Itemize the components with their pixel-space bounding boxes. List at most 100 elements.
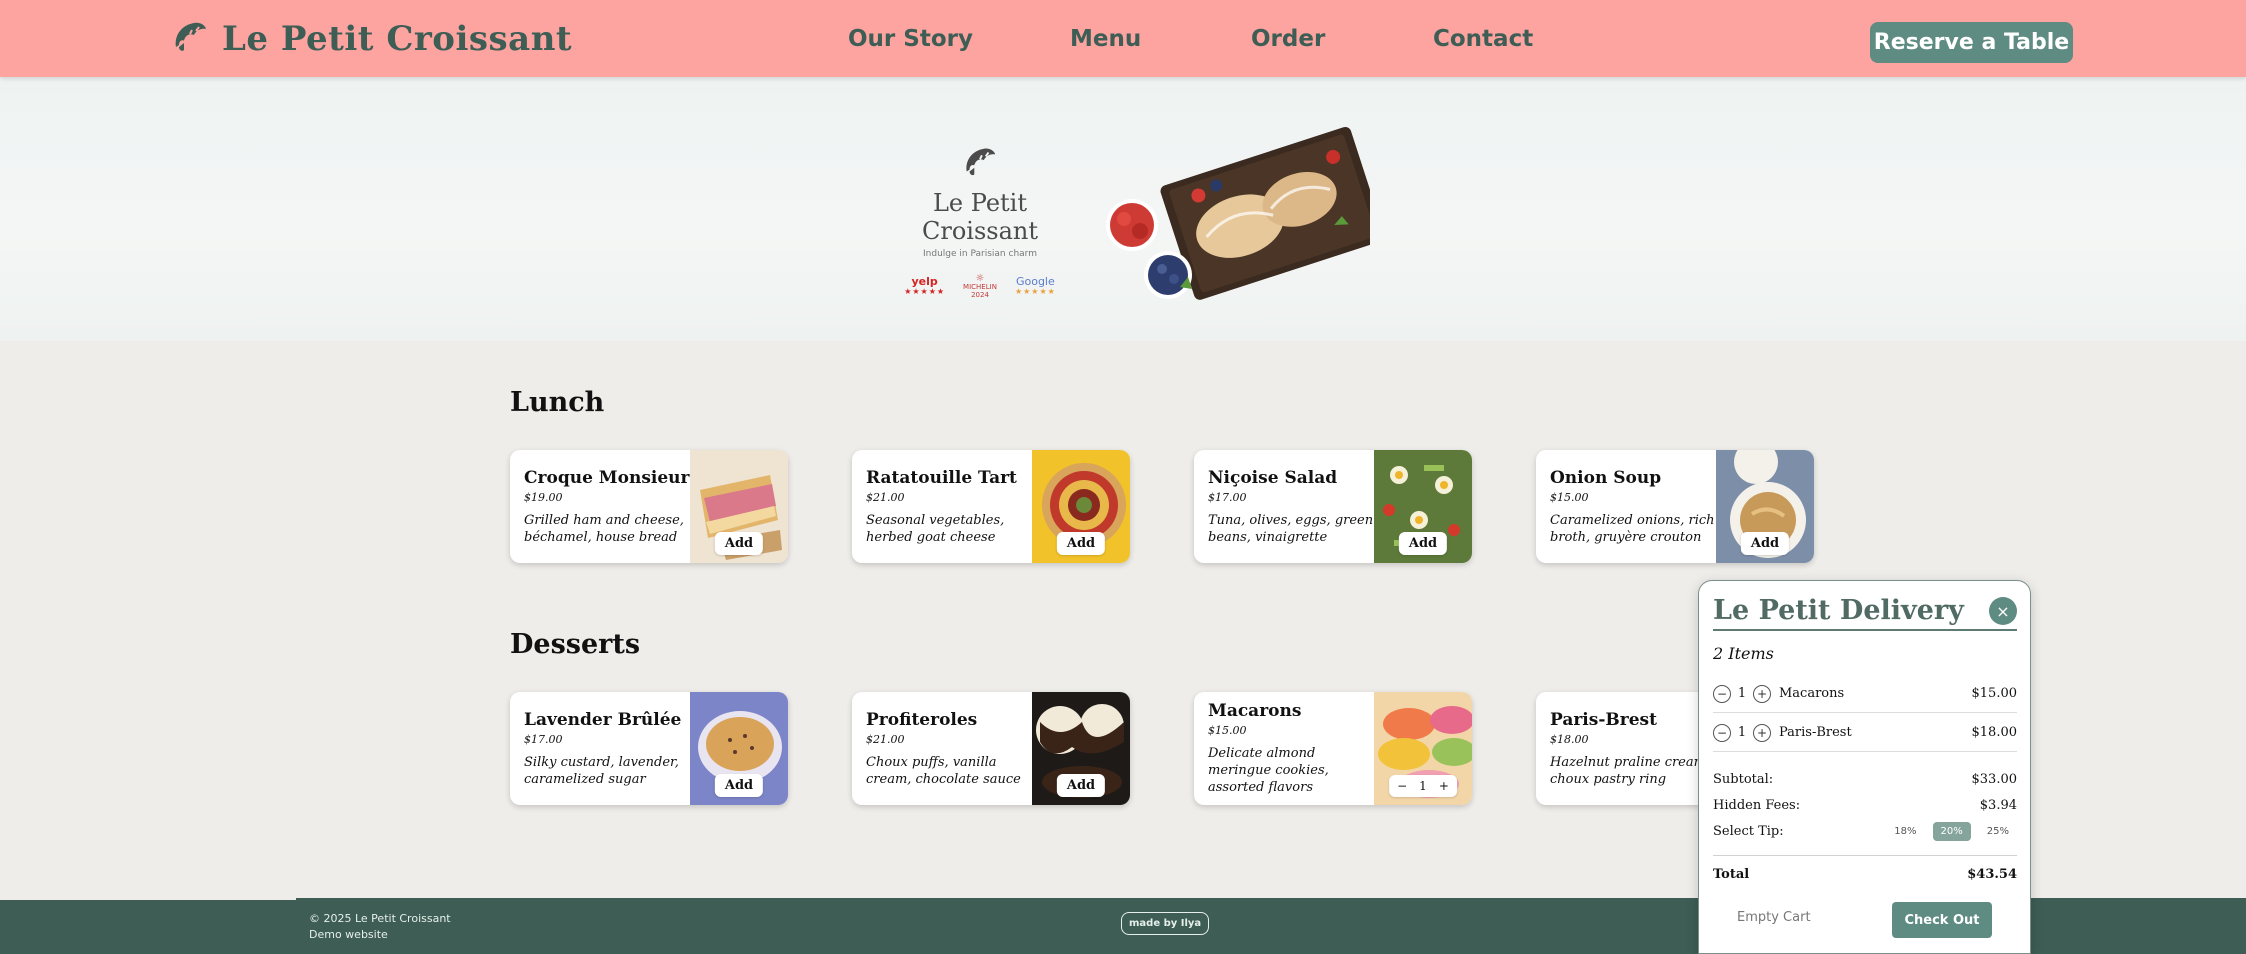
menu-card-croque-monsieur: Croque Monsieur $19.00 Grilled ham and c… (510, 450, 788, 563)
nav-contact[interactable]: Contact (1433, 26, 1533, 52)
footer-note: Demo website (309, 928, 388, 941)
tip-options: 18% 20% 25% (1886, 822, 2017, 841)
increase-button[interactable]: + (1439, 779, 1449, 793)
item-price: $15.00 (1550, 490, 1589, 504)
quantity-stepper: − 1 + (1389, 775, 1457, 797)
item-name: Onion Soup (1550, 467, 1662, 488)
brand[interactable]: Le Petit Croissant (170, 18, 572, 60)
cart-item-row: − 1 + Macarons $15.00 (1713, 675, 2017, 713)
site-header: Le Petit Croissant Our Story Menu Order … (0, 0, 2246, 77)
michelin-badge: ☼ MICHELIN 2024 (963, 273, 997, 299)
close-icon[interactable]: × (1989, 597, 2017, 625)
hero-tagline: Indulge in Parisian charm (923, 249, 1037, 259)
section-title-lunch: Lunch (510, 387, 605, 418)
menu-card-onion-soup: Onion Soup $15.00 Caramelized onions, ri… (1536, 450, 1814, 563)
item-name: Niçoise Salad (1208, 467, 1338, 488)
item-name: Ratatouille Tart (866, 467, 1017, 488)
cart-header: Le Petit Delivery × (1713, 595, 2017, 631)
nicoise-salad-image: Add (1374, 450, 1472, 563)
nav-order[interactable]: Order (1251, 26, 1325, 52)
item-description: Choux puffs, vanilla cream, chocolate sa… (866, 754, 1021, 787)
footer-edge (0, 898, 296, 900)
item-name: Macarons (1208, 701, 1302, 721)
reserve-table-button[interactable]: Reserve a Table (1870, 22, 2073, 63)
add-button[interactable]: Add (1056, 774, 1106, 797)
checkout-button[interactable]: Check Out (1892, 902, 1992, 938)
item-description: Caramelized onions, rich broth, gruyère … (1550, 512, 1715, 545)
profiteroles-image: Add (1032, 692, 1130, 805)
item-price: $17.00 (524, 732, 563, 746)
increase-button[interactable]: + (1753, 684, 1771, 703)
croque-monsieur-image: Add (690, 450, 788, 563)
delivery-cart-panel: Le Petit Delivery × 2 Items − 1 + Macaro… (1698, 580, 2031, 954)
tip-option-18[interactable]: 18% (1886, 822, 1924, 841)
item-name: Profiteroles (866, 709, 978, 730)
cart-item-row: − 1 + Paris-Brest $18.00 (1713, 714, 2017, 752)
croissant-icon (966, 148, 996, 176)
brand-name: Le Petit Croissant (222, 19, 573, 59)
decrease-button[interactable]: − (1713, 684, 1731, 703)
subtotal-label: Subtotal: (1713, 772, 1774, 787)
quantity-value: 1 (1737, 686, 1747, 701)
total-value: $43.54 (1967, 867, 2017, 882)
subtotal-row: Subtotal: $33.00 (1713, 772, 2017, 787)
award-badges: yelp ★★★★★ ☼ MICHELIN 2024 Google ★★★★★ (880, 273, 1080, 299)
item-description: Delicate almond meringue cookies, assort… (1208, 746, 1329, 795)
item-price: $21.00 (866, 732, 905, 746)
made-by-link[interactable]: made by Ilya (1121, 912, 1210, 935)
tip-option-25[interactable]: 25% (1979, 822, 2017, 841)
hero-title: Le Petit Croissant (921, 189, 1038, 245)
item-name: Lavender Brûlée (524, 709, 682, 730)
add-button[interactable]: Add (714, 774, 764, 797)
cart-item-price: $15.00 (1971, 686, 2018, 701)
nav-our-story[interactable]: Our Story (848, 26, 973, 52)
increase-button[interactable]: + (1753, 723, 1771, 742)
croissant-icon (170, 17, 210, 61)
yelp-badge: yelp ★★★★★ (904, 274, 946, 296)
menu-card-lavender-brulee: Lavender Brûlée $17.00 Silky custard, la… (510, 692, 788, 805)
cart-item-name: Paris-Brest (1779, 725, 1852, 740)
add-button[interactable]: Add (1056, 532, 1106, 555)
item-description: Tuna, olives, eggs, green beans, vinaigr… (1208, 512, 1374, 545)
onion-soup-image: Add (1716, 450, 1814, 563)
cart-item-price: $18.00 (1971, 725, 2018, 740)
menu-card-profiteroles: Profiteroles $21.00 Choux puffs, vanilla… (852, 692, 1130, 805)
section-title-desserts: Desserts (510, 629, 641, 660)
cart-title: Le Petit Delivery (1713, 595, 1964, 626)
item-price: $19.00 (524, 490, 563, 504)
decrease-button[interactable]: − (1397, 779, 1407, 793)
item-description: Grilled ham and cheese, béchamel, house … (524, 512, 684, 545)
cart-divider (1713, 855, 2017, 856)
macarons-image: − 1 + (1374, 692, 1472, 805)
menu-card-ratatouille-tart: Ratatouille Tart $21.00 Seasonal vegetab… (852, 450, 1130, 563)
fees-value: $3.94 (1979, 798, 2017, 813)
menu-card-nicoise-salad: Niçoise Salad $17.00 Tuna, olives, eggs,… (1194, 450, 1472, 563)
hero-logo: Le Petit Croissant Indulge in Parisian c… (880, 143, 1080, 299)
copyright: © 2025 Le Petit Croissant (309, 912, 451, 925)
subtotal-value: $33.00 (1971, 772, 2018, 787)
add-button[interactable]: Add (1398, 532, 1448, 555)
tip-row: Select Tip: 18% 20% 25% (1713, 822, 2017, 841)
total-row: Total $43.54 (1713, 867, 2017, 882)
total-label: Total (1713, 867, 1750, 882)
tip-label: Select Tip: (1713, 824, 1784, 839)
add-button[interactable]: Add (714, 532, 764, 555)
item-price: $15.00 (1208, 724, 1247, 737)
quantity-value: 1 (1737, 725, 1747, 740)
tip-option-20[interactable]: 20% (1932, 822, 1971, 841)
nav-menu[interactable]: Menu (1070, 26, 1141, 52)
footer-info: © 2025 Le Petit Croissant Demo website (309, 911, 451, 943)
lavender-brulee-image: Add (690, 692, 788, 805)
item-price: $21.00 (866, 490, 905, 504)
decrease-button[interactable]: − (1713, 723, 1731, 742)
item-price: $17.00 (1208, 490, 1247, 504)
item-description: Silky custard, lavender, caramelized sug… (524, 754, 679, 787)
item-name: Croque Monsieur (524, 467, 690, 488)
fees-label: Hidden Fees: (1713, 798, 1801, 813)
empty-cart-button[interactable]: Empty Cart (1737, 910, 1811, 925)
google-badge: Google ★★★★★ (1014, 274, 1056, 296)
croissant-board-image (1106, 127, 1370, 300)
add-button[interactable]: Add (1740, 532, 1790, 555)
menu-card-macarons: Macarons $15.00 Delicate almond meringue… (1194, 692, 1472, 805)
hero-banner: Le Petit Croissant Indulge in Parisian c… (0, 77, 2246, 341)
